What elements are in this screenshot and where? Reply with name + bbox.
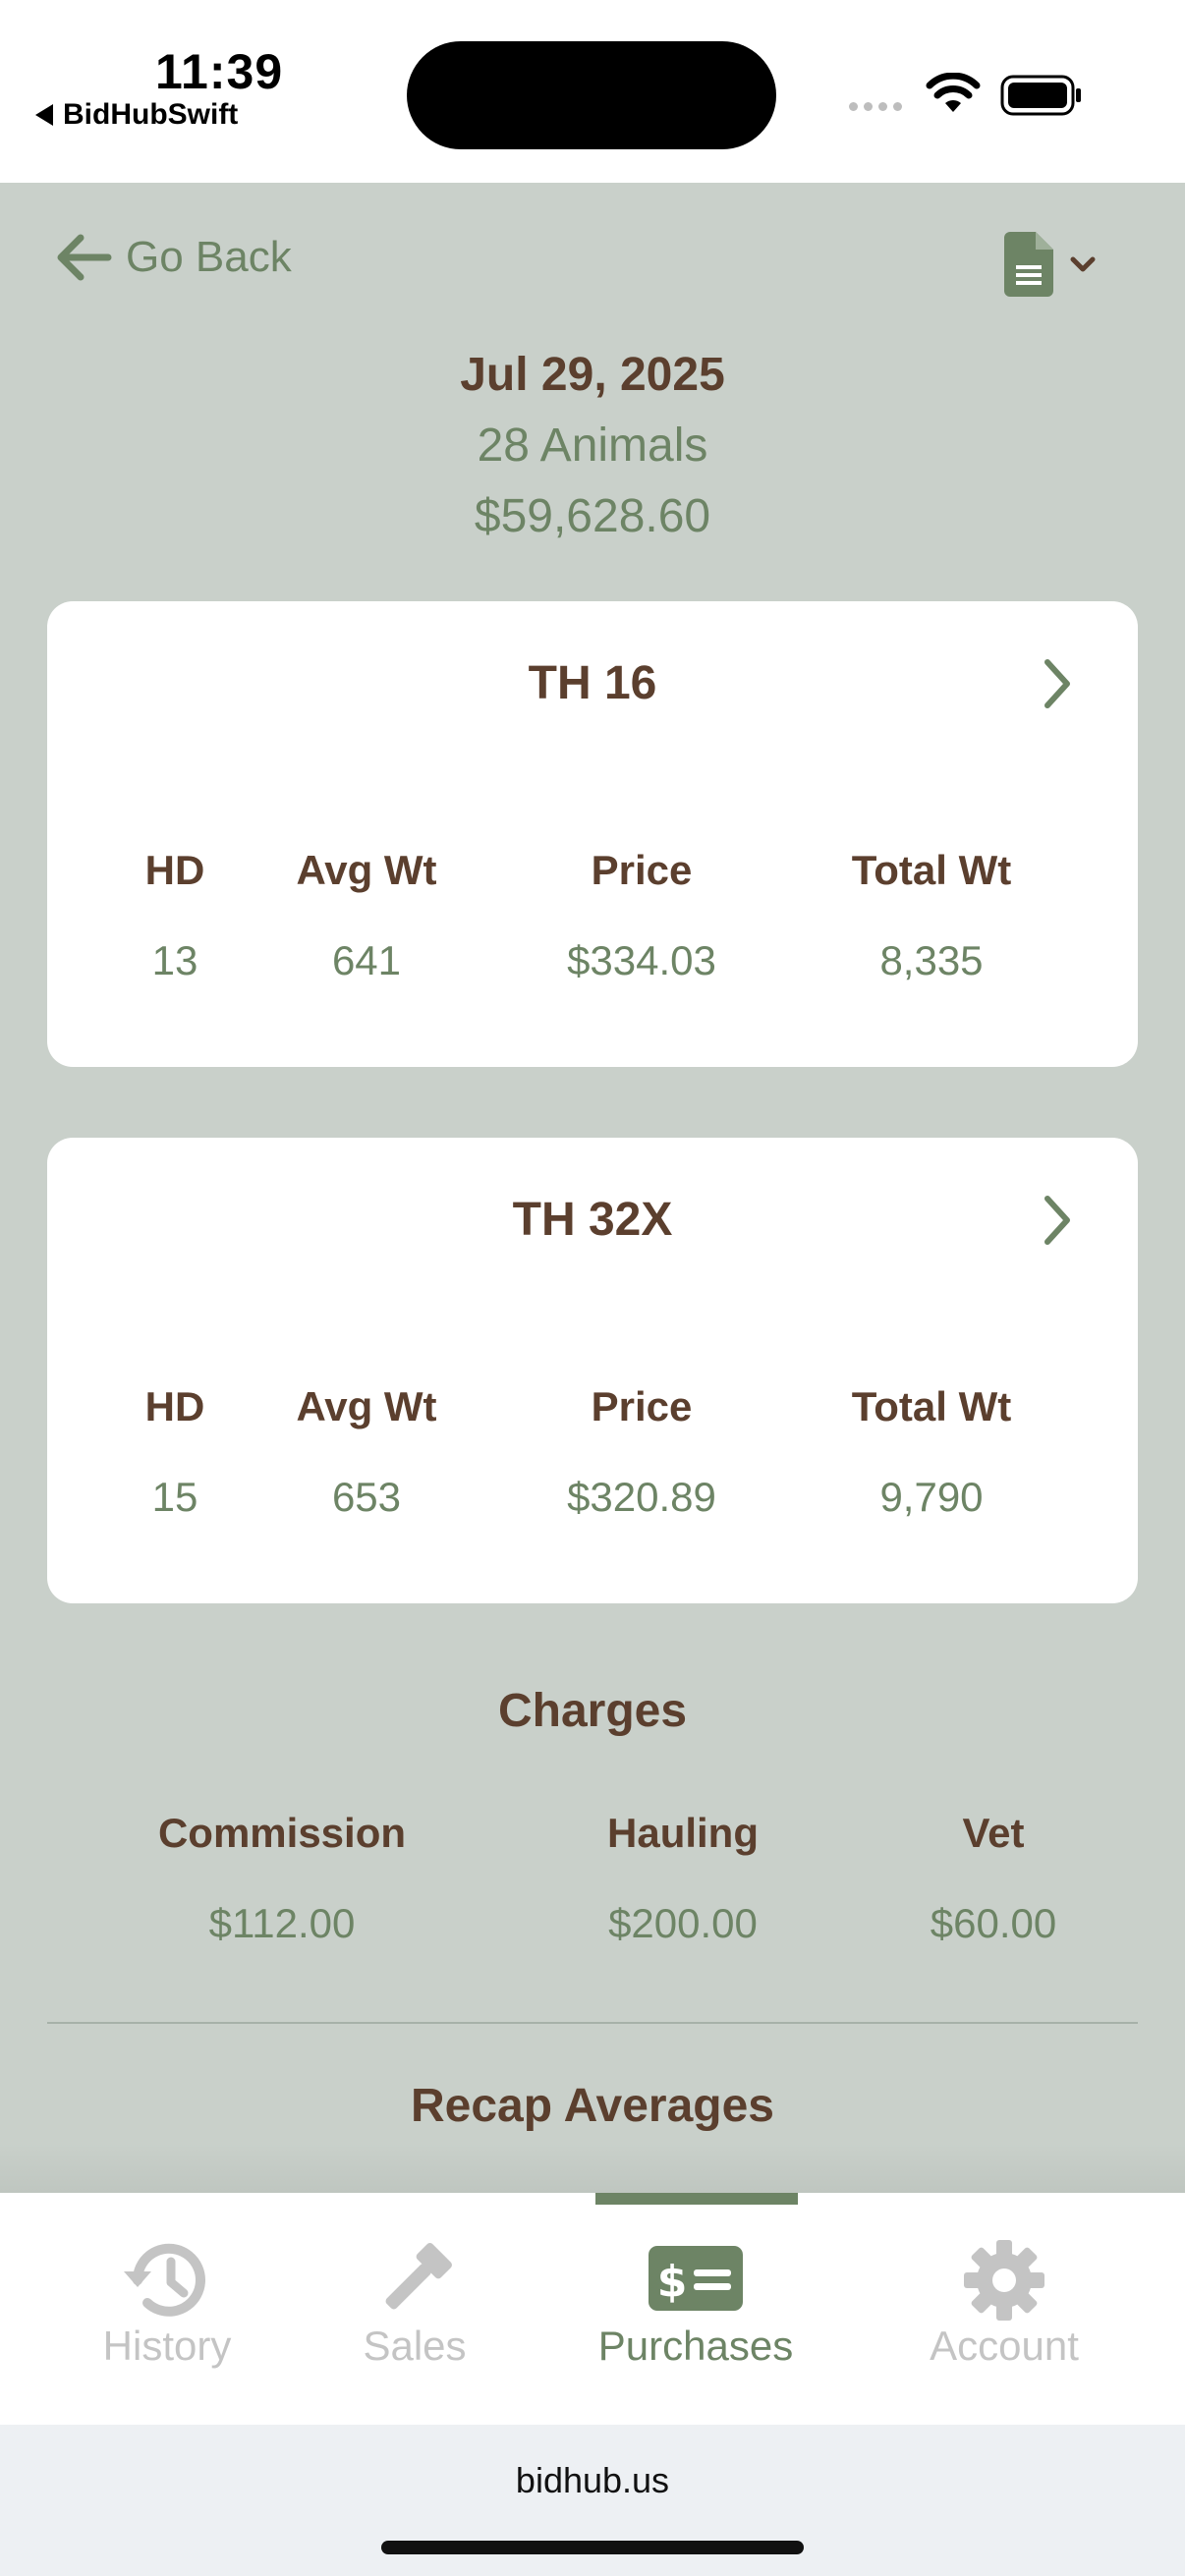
back-triangle-icon [35,104,53,126]
chevron-down-icon [1070,256,1096,272]
price-header: Price [591,1383,693,1429]
lot-card[interactable]: TH 32X HD Avg Wt Price Total Wt 15 653 $… [47,1138,1138,1603]
tab-purchases[interactable]: $ Purchases [580,2193,812,2425]
go-back-button[interactable]: Go Back [55,232,292,283]
tab-purchases-label: Purchases [597,2323,794,2369]
purchase-date: Jul 29, 2025 [460,349,725,401]
avg-wt-header: Avg Wt [296,1383,437,1429]
cellular-signal-icon [849,102,902,111]
hauling-value: $200.00 [608,1900,758,1946]
document-menu-button[interactable] [1004,232,1097,297]
chevron-right-icon[interactable] [1038,1193,1077,1248]
hauling-label: Hauling [607,1810,759,1856]
scroll-fade [0,2144,1185,2193]
url-label[interactable]: bidhub.us [0,2460,1185,2501]
total-wt-value: 8,335 [879,937,984,983]
price-value: $320.89 [567,1474,716,1520]
tab-sales-label: Sales [363,2323,467,2369]
history-icon [124,2243,205,2317]
wifi-icon [926,73,981,112]
total-wt-header: Total Wt [851,1383,1012,1429]
purchase-total: $59,628.60 [474,490,711,542]
status-time: 11:39 [155,44,284,99]
commission-label: Commission [157,1810,407,1856]
tab-account-label: Account [930,2323,1079,2369]
avg-wt-value: 653 [331,1474,402,1520]
price-value: $334.03 [567,937,716,983]
tab-history[interactable]: History [69,2193,265,2425]
commission-value: $112.00 [208,1900,356,1946]
purchase-detail: Go Back Jul 29, 2025 28 Animals $59,628.… [0,183,1185,2193]
total-wt-value: 9,790 [879,1474,984,1520]
go-back-label: Go Back [126,233,292,281]
document-icon [1004,232,1053,297]
recap-averages-title: Recap Averages [411,2080,774,2132]
avg-wt-header: Avg Wt [296,847,437,893]
tab-history-label: History [102,2323,232,2369]
back-to-app-button[interactable]: BidHubSwift [35,98,238,132]
money-bill-icon: $ [649,2246,743,2311]
vet-label: Vet [962,1810,1025,1856]
browser-bar: bidhub.us [0,2425,1185,2576]
charges-title: Charges [497,1685,688,1737]
tab-account[interactable]: Account [896,2193,1112,2425]
lot-title: TH 32X [512,1194,673,1246]
chevron-right-icon[interactable] [1038,656,1077,711]
svg-text:$: $ [657,2257,688,2307]
back-app-label: BidHubSwift [63,98,239,131]
animal-count: 28 Animals [477,420,708,472]
arrow-left-icon [57,234,112,281]
home-indicator[interactable] [381,2541,804,2554]
avg-wt-value: 641 [331,937,402,983]
tab-sales[interactable]: Sales [316,2193,513,2425]
gavel-icon [385,2243,452,2310]
lot-card[interactable]: TH 16 HD Avg Wt Price Total Wt 13 641 $3… [47,601,1138,1067]
lot-title: TH 16 [528,657,657,709]
vet-value: $60.00 [930,1900,1057,1946]
battery-icon [1000,75,1081,116]
tab-bar: History Sales $ Purchases Account [0,2193,1185,2425]
total-wt-header: Total Wt [851,847,1012,893]
dynamic-island [407,41,776,149]
gear-icon [964,2240,1044,2321]
status-bar: 11:39 BidHubSwift [0,0,1185,183]
price-header: Price [591,847,693,893]
section-divider [47,2022,1138,2024]
